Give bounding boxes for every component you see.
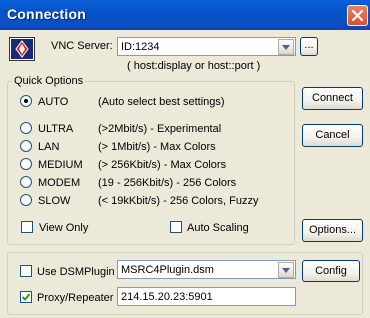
vnc-server-label: VNC Server: (51, 40, 113, 52)
title-bar[interactable]: Connection (0, 0, 370, 30)
vnc-server-combobox[interactable]: ID:1234 (117, 37, 296, 56)
dsm-plugin-label[interactable]: Use DSMPlugin (37, 266, 115, 278)
radio-lan[interactable] (20, 140, 32, 152)
auto-scaling-label[interactable]: Auto Scaling (187, 222, 249, 234)
connect-button[interactable]: Connect (302, 87, 363, 110)
server-dropdown-button[interactable] (278, 39, 294, 55)
option-medium-label[interactable]: MEDIUM (38, 159, 83, 171)
proxy-repeater-value[interactable]: 214.15.20.23:5901 (121, 291, 213, 303)
option-auto-label[interactable]: AUTO (38, 96, 68, 108)
view-only-checkbox[interactable] (21, 221, 33, 233)
proxy-repeater-input[interactable]: 214.15.20.23:5901 (117, 287, 296, 306)
auto-scaling-checkbox[interactable] (170, 221, 182, 233)
option-medium-desc: (> 256Kbit/s) - Max Colors (98, 159, 227, 171)
options-button[interactable]: Options... (302, 219, 363, 242)
quick-options-title: Quick Options (12, 75, 86, 87)
radio-slow[interactable] (20, 194, 32, 206)
window-title: Connection (7, 6, 86, 22)
proxy-repeater-label[interactable]: Proxy/Repeater (37, 292, 113, 304)
browse-button[interactable]: ... (300, 37, 318, 56)
option-slow-desc: (< 19kKbit/s) - 256 Colors, Fuzzy (98, 195, 259, 207)
dsm-plugin-combobox[interactable]: MSRC4Plugin.dsm (117, 260, 296, 279)
dsm-plugin-value[interactable]: MSRC4Plugin.dsm (121, 264, 214, 276)
server-hint: ( host:display or host::port ) (127, 60, 261, 72)
dsm-plugin-checkbox[interactable] (20, 265, 32, 277)
radio-medium[interactable] (20, 158, 32, 170)
radio-ultra[interactable] (20, 122, 32, 134)
option-auto-desc: (Auto select best settings) (98, 96, 225, 108)
view-only-label[interactable]: View Only (39, 222, 88, 234)
option-ultra-label[interactable]: ULTRA (38, 123, 73, 135)
vnc-logo-icon (9, 37, 35, 61)
vnc-server-value[interactable]: ID:1234 (121, 41, 160, 53)
radio-auto[interactable] (20, 95, 32, 107)
checkmark-icon (22, 293, 30, 301)
proxy-repeater-checkbox[interactable] (20, 291, 32, 303)
chevron-down-icon (282, 268, 290, 273)
option-lan-desc: (> 1Mbit/s) - Max Colors (98, 141, 216, 153)
option-lan-label[interactable]: LAN (38, 141, 59, 153)
close-button[interactable] (347, 5, 368, 26)
option-modem-desc: (19 - 256Kbit/s) - 256 Colors (98, 177, 237, 189)
close-icon (352, 10, 363, 21)
option-modem-label[interactable]: MODEM (38, 177, 80, 189)
radio-modem[interactable] (20, 176, 32, 188)
cancel-button[interactable]: Cancel (302, 124, 363, 147)
dialog-body: VNC Server: ID:1234 ... ( host:display o… (0, 30, 370, 318)
chevron-down-icon (282, 45, 290, 50)
config-button[interactable]: Config (302, 260, 360, 282)
plugin-dropdown-button[interactable] (278, 262, 294, 278)
option-slow-label[interactable]: SLOW (38, 195, 70, 207)
option-ultra-desc: (>2Mbit/s) - Experimental (98, 123, 222, 135)
